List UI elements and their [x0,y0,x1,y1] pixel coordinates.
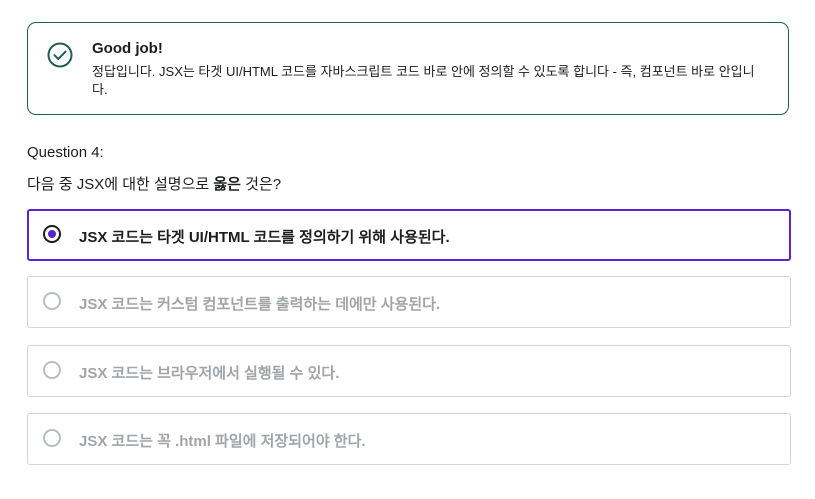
question-number: Question 4: [27,144,104,161]
check-circle-icon [47,42,73,68]
question-prompt: 다음 중 JSX에 대한 설명으로 옳은 것은? [27,173,281,194]
question-prompt-emphasis: 옳은 [213,176,241,193]
feedback-explanation: 정답입니다. JSX는 타겟 UI/HTML 코드를 자바스크립트 코드 바로 … [92,64,755,97]
radio-button-selected[interactable] [43,225,61,243]
answer-option-3[interactable]: JSX 코드는 브라우저에서 실행될 수 있다. [27,345,791,397]
answer-option-2[interactable]: JSX 코드는 커스텀 컴포넌트를 출력하는 데에만 사용된다. [27,276,791,328]
radio-button[interactable] [43,361,61,379]
radio-button[interactable] [43,429,61,447]
feedback-alert: Good job! 정답입니다. JSX는 타겟 UI/HTML 코드를 자바스… [27,22,789,115]
question-prompt-start: 다음 중 JSX에 대한 설명으로 [27,176,214,193]
radio-button[interactable] [43,292,61,310]
answer-option-4[interactable]: JSX 코드는 꼭 .html 파일에 저장되어야 한다. [27,413,791,465]
answer-option-label: JSX 코드는 꼭 .html 파일에 저장되어야 한다. [79,433,366,450]
feedback-title: Good job! [92,40,163,57]
answer-option-1[interactable]: JSX 코드는 타겟 UI/HTML 코드를 정의하기 위해 사용된다. [27,209,791,261]
question-prompt-end: 것은? [240,176,282,193]
answer-option-label: JSX 코드는 커스텀 컴포넌트를 출력하는 데에만 사용된다. [79,296,441,313]
answer-option-label: JSX 코드는 브라우저에서 실행될 수 있다. [79,365,340,382]
answer-option-label: JSX 코드는 타겟 UI/HTML 코드를 정의하기 위해 사용된다. [79,229,450,246]
